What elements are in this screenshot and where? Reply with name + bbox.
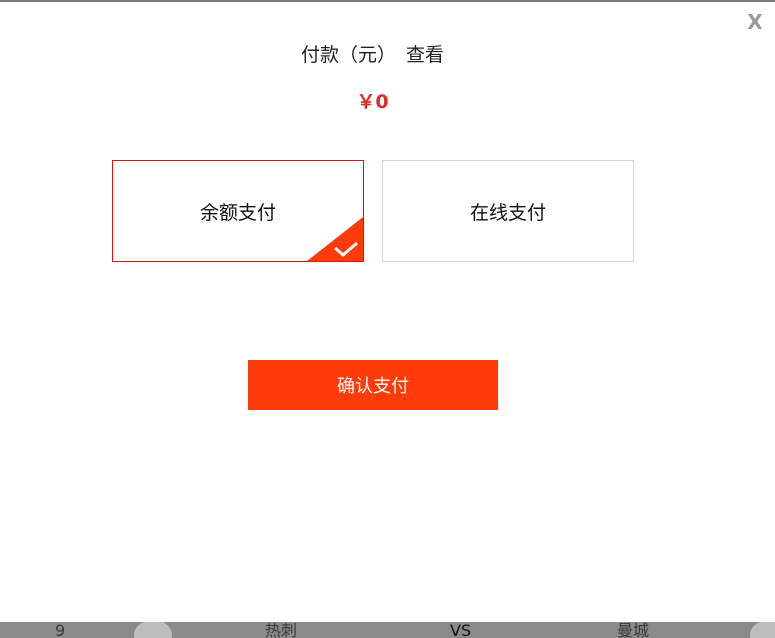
payment-amount: ￥0 — [356, 91, 389, 113]
backdrop-bottom: 9 热刺 VS 曼城 — [0, 622, 775, 638]
bg-team-home: 热刺 — [265, 622, 298, 638]
payment-modal: X 付款（元） 查看 ￥0 余额支付 在线支付 确认支付 — [0, 2, 775, 622]
modal-title: 付款（元） 查看 — [0, 40, 745, 67]
close-icon[interactable]: X — [745, 12, 765, 32]
bg-vs-text: VS — [450, 622, 472, 638]
online-pay-label: 在线支付 — [469, 201, 546, 224]
balance-pay-option[interactable]: 余额支付 — [112, 160, 364, 262]
confirm-pay-button[interactable]: 确认支付 — [248, 360, 498, 410]
team-logo-icon — [750, 622, 775, 638]
team-logo-icon — [134, 622, 172, 638]
title-payment-label: 付款（元） — [300, 44, 396, 66]
bg-team-away: 曼城 — [617, 622, 650, 638]
title-view-label: 查看 — [406, 44, 445, 66]
checkmark-icon — [307, 217, 363, 261]
bg-rank-text: 9 — [55, 622, 66, 638]
online-pay-option[interactable]: 在线支付 — [382, 160, 634, 262]
